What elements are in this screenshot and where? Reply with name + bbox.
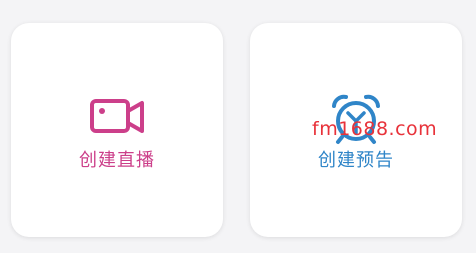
create-live-label: 创建直播: [79, 150, 155, 171]
video-camera-icon: [90, 99, 144, 133]
create-preview-label: 创建预告: [318, 150, 394, 171]
create-live-card[interactable]: 创建直播: [11, 23, 223, 237]
watermark-text: fm1688.com: [312, 118, 438, 140]
